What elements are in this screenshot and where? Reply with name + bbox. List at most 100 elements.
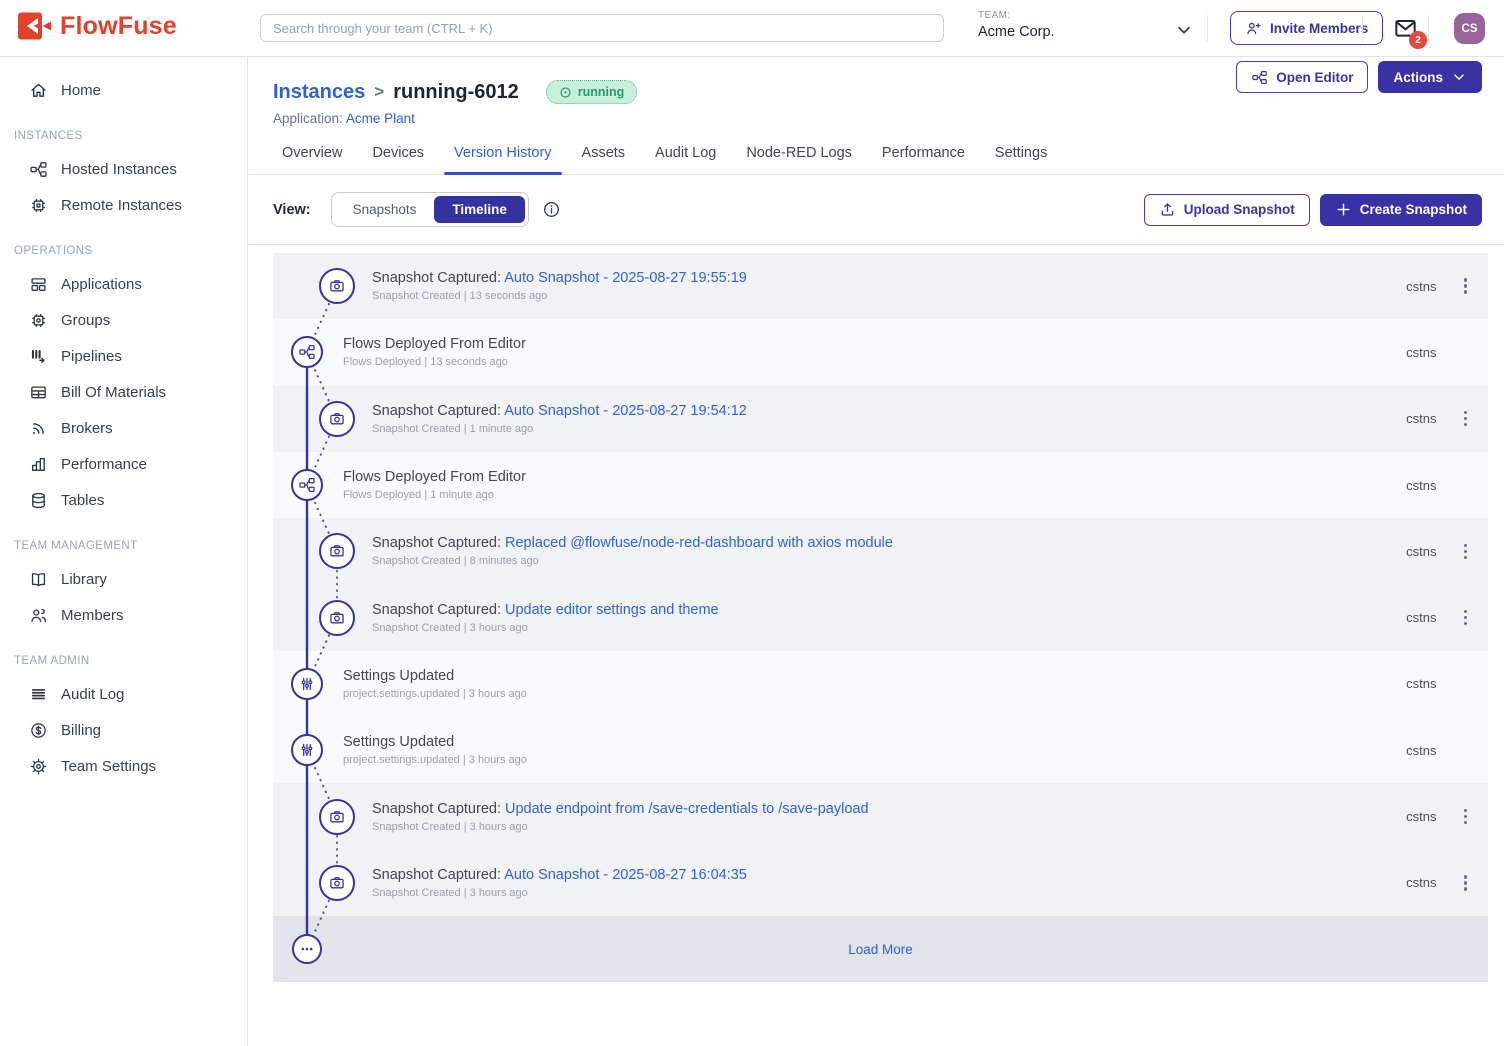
timeline-row: Flows Deployed From Editor Flows Deploye…	[273, 452, 1488, 518]
create-snapshot-button[interactable]: Create Snapshot	[1320, 194, 1482, 226]
sidebar-section-header: TEAM MANAGEMENT	[0, 540, 247, 552]
sidebar-item-label: Bill Of Materials	[61, 384, 166, 401]
deploy-icon	[298, 343, 316, 361]
application-link[interactable]: Acme Plant	[346, 111, 415, 126]
sidebar-item-members[interactable]: Members	[0, 597, 247, 633]
sidebar-item-home[interactable]: Home	[0, 72, 247, 108]
sidebar-item-hosted-instances[interactable]: Hosted Instances	[0, 151, 247, 187]
sidebar-item-performance[interactable]: Performance	[0, 446, 247, 482]
db-icon	[29, 491, 48, 510]
application-line: Application: Acme Plant	[273, 111, 1504, 126]
sidebar-item-label: Members	[61, 607, 124, 624]
sidebar-item-remote-instances[interactable]: Remote Instances	[0, 187, 247, 223]
team-selector[interactable]: TEAM: Acme Corp.	[978, 10, 1055, 40]
tab-assets[interactable]: Assets	[567, 145, 641, 174]
sidebar-item-team-settings[interactable]: Team Settings	[0, 748, 247, 784]
sliders-icon	[298, 741, 316, 759]
kebab-menu-icon[interactable]	[1461, 275, 1471, 297]
load-more-row: Load More	[273, 916, 1488, 982]
sidebar: Home INSTANCES Hosted Instances Remote I…	[0, 57, 248, 1046]
kebab-menu-icon[interactable]	[1461, 541, 1471, 563]
sidebar-item-audit-log[interactable]: Audit Log	[0, 676, 247, 712]
sidebar-item-pipelines[interactable]: Pipelines	[0, 338, 247, 374]
book-icon	[29, 570, 48, 589]
load-more-link[interactable]: Load More	[848, 942, 913, 957]
tab-node-red-logs[interactable]: Node-RED Logs	[731, 145, 867, 174]
kebab-menu-icon[interactable]	[1461, 806, 1471, 828]
main-content: Instances > running-6012 running Applica…	[249, 57, 1504, 1046]
timeline-row-title: Snapshot Captured: Update endpoint from …	[372, 801, 869, 817]
breadcrumb-instances-link[interactable]: Instances	[273, 81, 365, 104]
open-editor-button[interactable]: Open Editor	[1236, 61, 1368, 93]
tab-overview[interactable]: Overview	[267, 145, 357, 174]
timeline-row-user: cstns	[1406, 279, 1436, 294]
snapshot-link[interactable]: Replaced @flowfuse/node-red-dashboard wi…	[505, 535, 893, 551]
camera-icon	[328, 410, 346, 428]
timeline-row-meta: Flows Deployed | 13 seconds ago	[343, 356, 526, 368]
camera-icon	[328, 874, 346, 892]
snapshot-link[interactable]: Auto Snapshot - 2025-08-27 19:55:19	[504, 270, 747, 286]
timeline-row-user: cstns	[1406, 743, 1436, 758]
tab-version-history[interactable]: Version History	[439, 145, 567, 174]
sidebar-item-billing[interactable]: Billing	[0, 712, 247, 748]
kebab-menu-icon[interactable]	[1461, 408, 1471, 430]
toggle-snapshots[interactable]: Snapshots	[335, 196, 435, 223]
brand-name: FlowFuse	[60, 12, 177, 41]
info-icon[interactable]	[542, 200, 561, 219]
search-input[interactable]	[260, 14, 944, 42]
tab-audit-log[interactable]: Audit Log	[640, 145, 731, 174]
upload-snapshot-button[interactable]: Upload Snapshot	[1144, 194, 1310, 226]
pipelines-icon	[29, 347, 48, 366]
sidebar-item-label: Pipelines	[61, 348, 122, 365]
timeline-row-meta: Snapshot Created | 13 seconds ago	[372, 290, 747, 302]
kebab-menu-icon[interactable]	[1461, 607, 1471, 629]
kebab-menu-icon[interactable]	[1461, 872, 1471, 894]
chevron-down-icon	[1451, 69, 1467, 85]
snapshot-link[interactable]: Auto Snapshot - 2025-08-27 19:54:12	[504, 403, 747, 419]
timeline-row-meta: Snapshot Created | 3 hours ago	[372, 821, 869, 833]
snapshot-link[interactable]: Update editor settings and theme	[505, 602, 719, 618]
sidebar-item-groups[interactable]: Groups	[0, 302, 247, 338]
invite-members-button[interactable]: Invite Members	[1230, 11, 1383, 45]
timeline-row: Snapshot Captured: Auto Snapshot - 2025-…	[273, 253, 1488, 319]
sidebar-section-header: TEAM ADMIN	[0, 655, 247, 667]
chart-icon	[29, 455, 48, 474]
tab-devices[interactable]: Devices	[357, 145, 439, 174]
actions-button[interactable]: Actions	[1378, 61, 1482, 93]
view-label: View:	[273, 202, 311, 218]
flowfuse-logo-icon	[18, 11, 51, 41]
users-icon	[29, 606, 48, 625]
snapshot-link[interactable]: Update endpoint from /save-credentials t…	[505, 801, 869, 817]
tab-settings[interactable]: Settings	[980, 145, 1062, 174]
timeline-row-title: Snapshot Captured: Auto Snapshot - 2025-…	[372, 403, 747, 419]
page-title: running-6012	[393, 81, 519, 104]
sidebar-item-library[interactable]: Library	[0, 561, 247, 597]
snapshot-link[interactable]: Auto Snapshot - 2025-08-27 16:04:35	[504, 867, 747, 883]
sidebar-item-applications[interactable]: Applications	[0, 266, 247, 302]
timeline-row-user: cstns	[1406, 809, 1436, 824]
team-label: TEAM:	[978, 10, 1055, 21]
timeline-row-meta: project.settings.updated | 3 hours ago	[343, 688, 527, 700]
flowfuse-logo[interactable]: FlowFuse	[18, 11, 177, 41]
sidebar-item-brokers[interactable]: Brokers	[0, 410, 247, 446]
timeline-row-title: Flows Deployed From Editor	[343, 469, 526, 485]
timeline-row-meta: project.settings.updated | 3 hours ago	[343, 754, 527, 766]
tab-performance[interactable]: Performance	[867, 145, 980, 174]
plus-icon	[1335, 201, 1352, 218]
upload-icon	[1159, 201, 1176, 218]
toggle-timeline[interactable]: Timeline	[434, 196, 525, 223]
timeline-row-user: cstns	[1406, 345, 1436, 360]
timeline-row-meta: Snapshot Created | 1 minute ago	[372, 423, 747, 435]
sidebar-item-label: Tables	[61, 492, 104, 509]
view-toggle: Snapshots Timeline	[331, 192, 529, 227]
status-badge: running	[546, 80, 638, 104]
sidebar-item-label: Library	[61, 571, 107, 588]
user-avatar[interactable]: CS	[1454, 13, 1485, 44]
sidebar-item-bill-of-materials[interactable]: Bill Of Materials	[0, 374, 247, 410]
sidebar-item-tables[interactable]: Tables	[0, 482, 247, 518]
timeline-row: Snapshot Captured: Auto Snapshot - 2025-…	[273, 850, 1488, 916]
timeline-row-user: cstns	[1406, 478, 1436, 493]
chevron-down-icon[interactable]	[1174, 20, 1194, 40]
timeline-row-meta: Snapshot Created | 8 minutes ago	[372, 555, 893, 567]
sidebar-item-label: Team Settings	[61, 758, 156, 775]
